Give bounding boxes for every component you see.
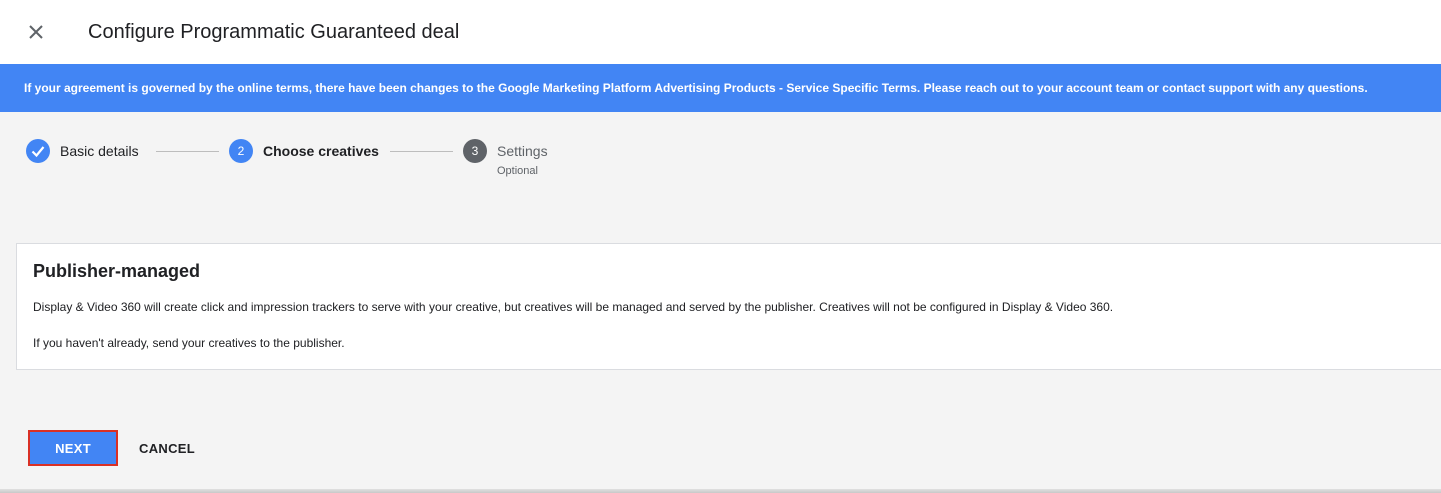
- card-description: Display & Video 360 will create click an…: [33, 300, 1114, 314]
- close-button[interactable]: [22, 18, 50, 46]
- step-choose-creatives[interactable]: 2 Choose creatives: [229, 138, 379, 164]
- check-icon: [26, 139, 50, 163]
- top-bar: Configure Programmatic Guaranteed deal: [0, 0, 1441, 64]
- card-title: Publisher-managed: [33, 261, 201, 281]
- step-connector: [156, 151, 219, 152]
- step-label: Choose creatives: [263, 143, 379, 159]
- step-label: Settings: [497, 143, 548, 159]
- next-button[interactable]: NEXT: [28, 430, 118, 466]
- terms-banner: If your agreement is governed by the onl…: [0, 64, 1441, 112]
- step-sublabel: Optional: [497, 165, 538, 177]
- page-title: Configure Programmatic Guaranteed deal: [88, 21, 460, 43]
- step-basic-details[interactable]: Basic details: [26, 138, 139, 164]
- footer-actions: NEXT CANCEL: [0, 411, 1441, 491]
- step-connector: [390, 151, 453, 152]
- step-settings[interactable]: 3 Settings: [463, 138, 548, 164]
- close-icon: [29, 25, 43, 39]
- step-number: 2: [229, 139, 253, 163]
- stepper: Basic details 2 Choose creatives 3 Setti…: [0, 112, 1441, 212]
- step-number: 3: [463, 139, 487, 163]
- card-note: If you haven't already, send your creati…: [33, 336, 345, 350]
- bottom-divider: [0, 489, 1441, 493]
- cancel-button[interactable]: CANCEL: [128, 430, 206, 466]
- step-label: Basic details: [60, 143, 139, 159]
- publisher-managed-card: Publisher-managed Display & Video 360 wi…: [16, 243, 1441, 370]
